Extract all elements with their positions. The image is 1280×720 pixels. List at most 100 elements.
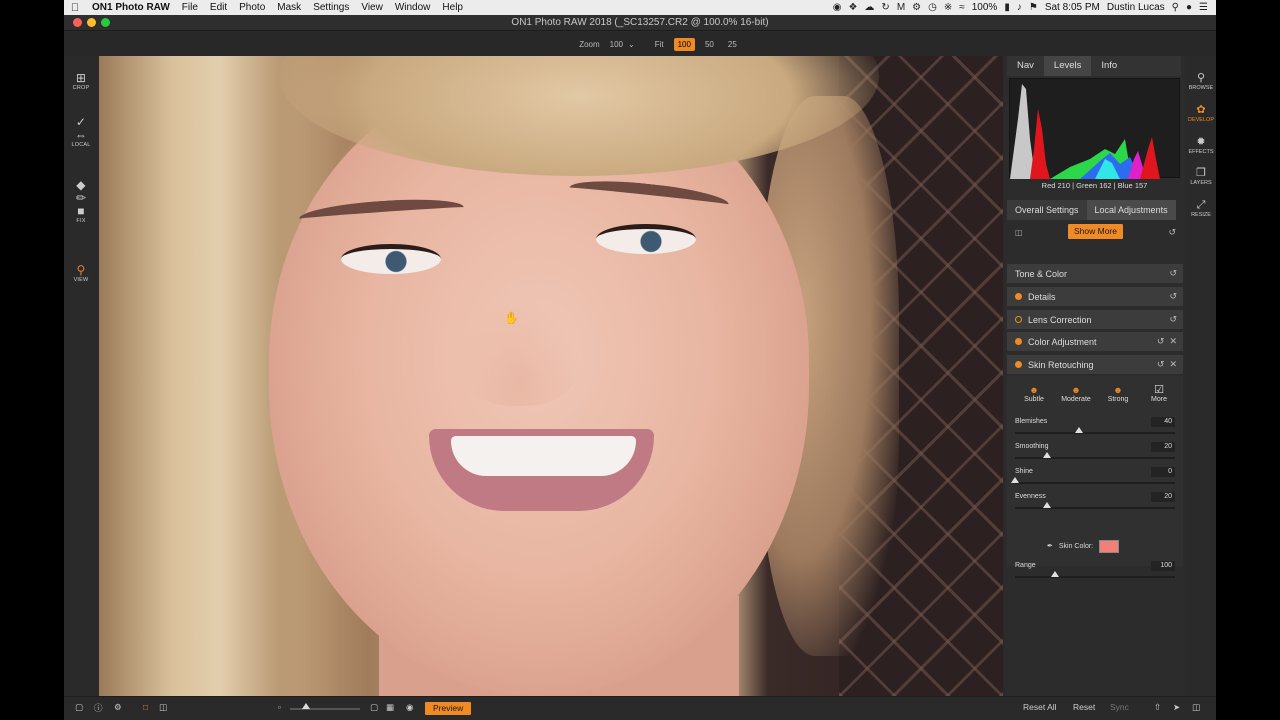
slider-thumb[interactable] xyxy=(1043,502,1051,508)
share-icon[interactable]: ➤ xyxy=(1173,702,1180,713)
slider-thumb[interactable] xyxy=(1043,452,1051,458)
module-layers[interactable]: ❐ LAYERS xyxy=(1186,167,1216,186)
clock-text[interactable]: Sat 8:05 PM xyxy=(1045,2,1100,13)
overlay-icon[interactable]: ◉ xyxy=(406,702,413,713)
slider-track[interactable] xyxy=(1015,432,1175,434)
maximize-button[interactable] xyxy=(101,18,110,27)
reset-icon[interactable]: ↺ xyxy=(1169,268,1177,279)
preset-strong[interactable]: ☻ Strong xyxy=(1099,384,1137,403)
preset-moderate[interactable]: ☻ Moderate xyxy=(1057,384,1095,403)
preview-button[interactable]: Preview xyxy=(425,702,472,715)
tab-nav[interactable]: Nav xyxy=(1007,56,1044,76)
slider-value-field[interactable]: 20 xyxy=(1151,492,1175,502)
tab-overall-settings[interactable]: Overall Settings xyxy=(1007,200,1087,220)
menu-photo[interactable]: Photo xyxy=(233,2,271,13)
menu-view[interactable]: View xyxy=(355,2,389,13)
zoom-fit-button[interactable]: Fit xyxy=(651,38,668,51)
enabled-dot-icon[interactable] xyxy=(1015,338,1022,345)
slider-range[interactable]: Range 100 xyxy=(1015,561,1175,586)
app-menu[interactable]: ON1 Photo RAW xyxy=(86,2,176,13)
panel-toggle-icon[interactable]: ▢ xyxy=(75,702,83,713)
menu-settings[interactable]: Settings xyxy=(307,2,355,13)
siri-icon[interactable]: ● xyxy=(1186,2,1192,13)
section-lens-correction[interactable]: Lens Correction ↺ xyxy=(1007,310,1183,329)
thumbnail-size-thumb[interactable] xyxy=(302,703,310,709)
skin-color-swatch[interactable] xyxy=(1099,539,1120,553)
menu-edit[interactable]: Edit xyxy=(204,2,233,13)
panel-right-icon[interactable]: ◫ xyxy=(1192,702,1200,713)
section-color-adjustment[interactable]: Color Adjustment ↺ ✕ xyxy=(1007,332,1183,351)
reset-all-button[interactable]: Reset All xyxy=(1023,702,1057,712)
disabled-dot-icon[interactable] xyxy=(1015,316,1022,323)
gear-icon[interactable]: ⚙ xyxy=(912,2,921,13)
close-button[interactable] xyxy=(73,18,82,27)
export-icon[interactable]: ⇧ xyxy=(1154,702,1161,713)
reset-button[interactable]: Reset xyxy=(1073,702,1095,712)
thumbnail-size-slider[interactable] xyxy=(290,708,360,710)
slider-value-field[interactable]: 40 xyxy=(1151,417,1175,427)
preset-more[interactable]: ☑ More xyxy=(1140,384,1178,403)
close-icon[interactable]: ✕ xyxy=(1169,336,1177,347)
zoom-100-button[interactable]: 100 xyxy=(673,37,695,51)
apple-icon[interactable]:  xyxy=(64,2,86,14)
preset-save-icon[interactable]: ◫ xyxy=(1015,228,1023,237)
menu-window[interactable]: Window xyxy=(389,2,437,13)
list-icon[interactable]: ☰ xyxy=(1199,2,1208,13)
menu-help[interactable]: Help xyxy=(436,2,469,13)
minimize-button[interactable] xyxy=(87,18,96,27)
wifi-icon[interactable]: ≈ xyxy=(959,2,965,13)
slider-thumb[interactable] xyxy=(1051,571,1059,577)
eyedropper-icon[interactable]: ✒ xyxy=(1047,542,1053,550)
show-more-button[interactable]: Show More xyxy=(1068,224,1123,239)
menu-file[interactable]: File xyxy=(176,2,204,13)
tool-local[interactable]: ✓ ⇔ LOCAL xyxy=(64,116,98,149)
tab-local-adjustments[interactable]: Local Adjustments xyxy=(1086,200,1176,220)
slider-evenness[interactable]: Evenness 20 xyxy=(1015,492,1175,517)
thumb-small-icon[interactable]: ▫ xyxy=(278,702,281,712)
slider-smoothing[interactable]: Smoothing 20 xyxy=(1015,442,1175,467)
zoom-select[interactable]: 100 ⌄ xyxy=(610,40,635,49)
volume-icon[interactable]: ♪ xyxy=(1017,2,1022,13)
reset-icon[interactable]: ↺ xyxy=(1169,291,1177,302)
single-view-icon[interactable]: □ xyxy=(143,702,148,712)
zoom-25-button[interactable]: 25 xyxy=(724,38,741,51)
reset-icon[interactable]: ↺ xyxy=(1157,336,1165,347)
mask-icon[interactable]: ▢ xyxy=(370,702,378,713)
photo-canvas[interactable]: ✋ xyxy=(99,56,1003,696)
menu-mask[interactable]: Mask xyxy=(271,2,307,13)
enabled-dot-icon[interactable] xyxy=(1015,361,1022,368)
slider-value-field[interactable]: 20 xyxy=(1151,442,1175,452)
section-skin-retouching[interactable]: Skin Retouching ↺ ✕ xyxy=(1007,355,1183,374)
gear-icon[interactable]: ⚙ xyxy=(114,702,122,713)
module-browse[interactable]: ⚲ BROWSE xyxy=(1186,72,1216,91)
slider-value-field[interactable]: 100 xyxy=(1151,561,1175,571)
bluetooth-icon[interactable]: ※ xyxy=(944,2,952,13)
dropbox-icon[interactable]: ❖ xyxy=(848,2,857,13)
slider-track[interactable] xyxy=(1015,457,1175,459)
help-icon[interactable]: ⓘ xyxy=(94,702,103,714)
slider-track[interactable] xyxy=(1015,576,1175,578)
reset-icon[interactable]: ↺ xyxy=(1168,227,1176,238)
tab-levels[interactable]: Levels xyxy=(1043,56,1092,76)
zoom-50-button[interactable]: 50 xyxy=(701,38,718,51)
slider-shine[interactable]: Shine 0 xyxy=(1011,467,1175,492)
tool-view[interactable]: ⚲ VIEW xyxy=(64,264,98,284)
sync-button[interactable]: Sync xyxy=(1110,702,1129,712)
close-icon[interactable]: ✕ xyxy=(1169,359,1177,370)
battery-icon[interactable]: ▮ xyxy=(1004,2,1010,13)
slider-thumb[interactable] xyxy=(1011,477,1019,483)
flag-icon[interactable]: ⚑ xyxy=(1029,2,1038,13)
user-name[interactable]: Dustin Lucas xyxy=(1107,2,1165,13)
reset-icon[interactable]: ↺ xyxy=(1157,359,1165,370)
section-details[interactable]: Details ↺ xyxy=(1007,287,1183,306)
record-icon[interactable]: ◉ xyxy=(833,2,842,13)
slider-blemishes[interactable]: Blemishes 40 xyxy=(1015,417,1175,442)
clock-icon[interactable]: ◷ xyxy=(928,2,937,13)
cycle-icon[interactable]: ↻ xyxy=(881,2,889,13)
reset-icon[interactable]: ↺ xyxy=(1169,314,1177,325)
module-resize[interactable]: ⤢ RESIZE xyxy=(1186,199,1216,218)
search-icon[interactable]: ⚲ xyxy=(1172,2,1179,13)
slider-track[interactable] xyxy=(1015,482,1175,484)
slider-track[interactable] xyxy=(1015,507,1175,509)
module-effects[interactable]: ✹ EFFECTS xyxy=(1186,136,1216,155)
